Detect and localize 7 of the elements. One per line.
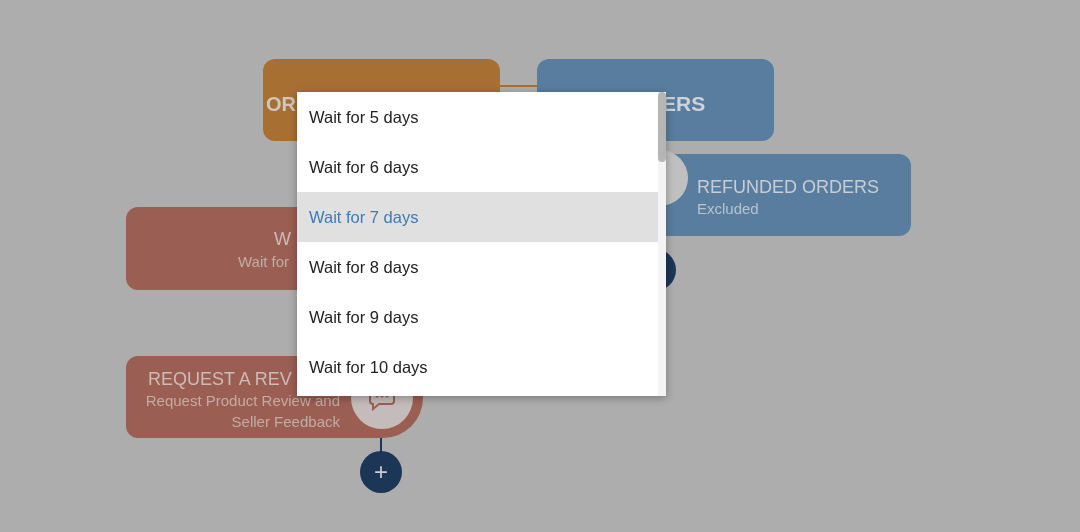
node-title: REFUNDED ORDERS bbox=[697, 176, 879, 199]
node-title: W bbox=[274, 228, 291, 251]
node-title: REQUEST A REV bbox=[148, 368, 292, 391]
node-description: Excluded bbox=[697, 199, 759, 219]
node-description: Request Product Review and Seller Feedback bbox=[145, 391, 340, 432]
node-description: Wait for bbox=[238, 252, 290, 272]
node-title: OR bbox=[266, 92, 296, 117]
